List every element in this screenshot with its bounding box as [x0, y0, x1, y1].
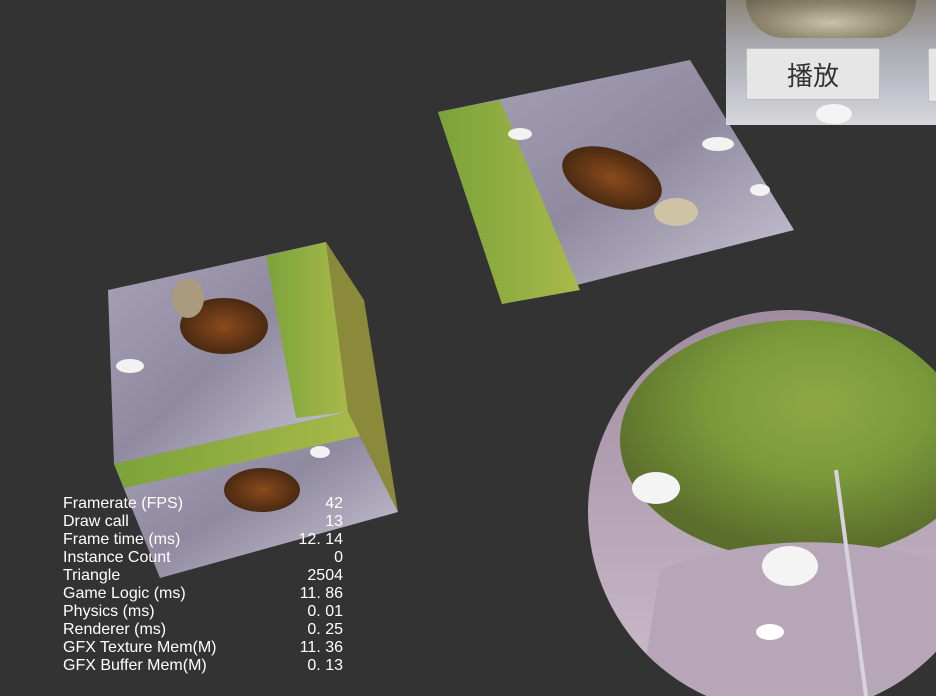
stat-label: Game Logic (ms): [63, 585, 186, 602]
stat-value: 12. 14: [298, 531, 343, 548]
stat-value: 11. 86: [299, 585, 343, 602]
stat-row-triangle: Triangle 2504: [63, 567, 343, 585]
stat-row-gfx-buffer-mem: GFX Buffer Mem(M) 0. 13: [63, 657, 343, 675]
stat-value: 0. 01: [307, 603, 343, 620]
stat-row-frame-time: Frame time (ms) 12. 14: [63, 531, 343, 549]
stat-label: GFX Buffer Mem(M): [63, 657, 207, 674]
stat-label: Renderer (ms): [63, 621, 167, 638]
video-ui-panel: 播放: [726, 0, 936, 125]
stat-row-instance-count: Instance Count 0: [63, 549, 343, 567]
stat-value: 2504: [307, 567, 343, 584]
stat-row-draw-call: Draw call 13: [63, 513, 343, 531]
stat-value: 0: [334, 549, 343, 566]
stat-value: 13: [325, 513, 343, 530]
video-sphere: [588, 310, 936, 696]
stat-row-physics: Physics (ms) 0. 01: [63, 603, 343, 621]
stat-label: Framerate (FPS): [63, 495, 184, 512]
stat-label: Instance Count: [63, 549, 171, 566]
stat-label: Physics (ms): [63, 603, 155, 620]
stat-row-gfx-texture-mem: GFX Texture Mem(M) 11. 36: [63, 639, 343, 657]
play-button[interactable]: 播放: [746, 48, 880, 100]
stat-row-framerate: Framerate (FPS) 42: [63, 495, 343, 513]
secondary-button[interactable]: [928, 48, 936, 102]
video-frame-bird: [816, 104, 852, 124]
profiler-stats: Framerate (FPS) 42 Draw call 13 Frame ti…: [63, 495, 343, 675]
stat-label: Draw call: [63, 513, 129, 530]
stat-label: Frame time (ms): [63, 531, 181, 548]
stat-row-renderer: Renderer (ms) 0. 25: [63, 621, 343, 639]
video-frame-rock: [746, 0, 916, 38]
stat-value: 0. 25: [307, 621, 343, 638]
stat-label: GFX Texture Mem(M): [63, 639, 217, 656]
stat-label: Triangle: [63, 567, 121, 584]
stat-row-game-logic: Game Logic (ms) 11. 86: [63, 585, 343, 603]
stat-value: 42: [325, 495, 343, 512]
stat-value: 0. 13: [307, 657, 343, 674]
stat-value: 11. 36: [299, 639, 343, 656]
